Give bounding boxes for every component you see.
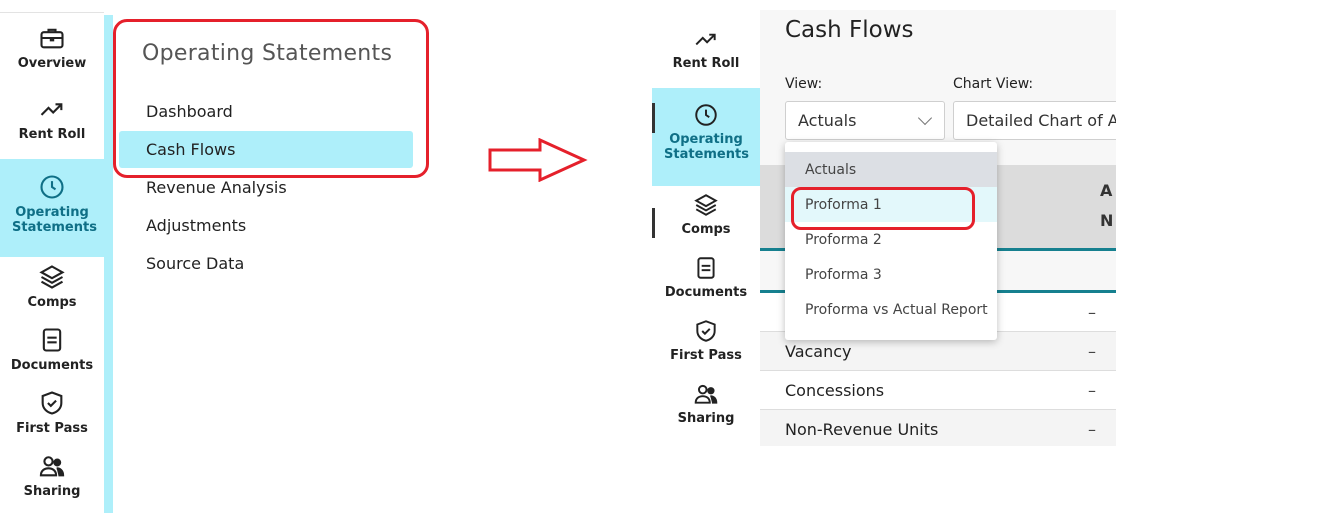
nav-label: Comps [681,222,731,237]
row-label: Non-Revenue Units [785,419,939,439]
nav-label: Sharing [23,484,81,499]
layers-icon [694,194,718,216]
nav-item-overview[interactable]: Overview [0,24,104,84]
layers-icon [39,265,65,289]
nav-rail: Rent Roll Operating Statements Comps Doc… [652,10,760,446]
row-label: Vacancy [785,341,852,361]
nav-item-first-pass[interactable]: First Pass [0,389,104,449]
nav-label: Comps [27,295,77,310]
table-row: Concessions – [760,371,1116,410]
panel-edge-fragment [652,208,655,238]
chart-view-select[interactable]: Detailed Chart of Ac [953,101,1116,140]
annotation-highlight-submenu [113,19,429,178]
column-header-fragment: N [1100,211,1114,230]
nav-rail: Overview Rent Roll Operating Statements … [0,15,113,513]
chart-view-label: Chart View: [953,76,1034,92]
row-value: – [1088,380,1096,400]
clock-icon [695,104,717,126]
dropdown-option-actuals[interactable]: Actuals [785,152,997,187]
chevron-down-icon [917,110,933,126]
dropdown-option-proforma-3[interactable]: Proforma 3 [785,257,997,292]
column-header-fragment: A [1100,181,1113,200]
nav-item-first-pass[interactable]: First Pass [652,318,760,378]
annotation-highlight-proforma-1 [791,187,975,230]
nav-item-rent-roll[interactable]: Rent Roll [652,26,760,86]
nav-label: Overview [17,56,87,71]
view-select-value: Actuals [798,111,857,130]
row-label: Concessions [785,380,885,400]
before-panel: Overview Rent Roll Operating Statements … [0,0,430,513]
nav-label: First Pass [670,348,742,363]
nav-item-documents[interactable]: Documents [0,326,104,386]
nav-item-comps[interactable]: Comps [0,263,104,323]
nav-label: First Pass [16,421,88,436]
nav-label: Sharing [677,411,735,426]
nav-label: Operating Statements [664,132,749,162]
table-row: Non-Revenue Units – [760,410,1116,446]
nav-item-operating-statements[interactable]: Operating Statements [652,88,760,186]
view-label: View: [785,76,823,92]
shield-check-icon [41,391,63,415]
nav-label: Rent Roll [672,56,740,71]
nav-label: Rent Roll [18,127,86,142]
nav-item-operating-statements[interactable]: Operating Statements [0,159,104,257]
after-panel: Rent Roll Operating Statements Comps Doc… [652,10,1116,446]
row-value: – [1088,302,1096,322]
rail-top-divider [0,12,104,13]
dropdown-option-proforma-vs-actual[interactable]: Proforma vs Actual Report [785,292,997,327]
trending-up-icon [40,103,63,116]
nav-label: Documents [664,285,748,300]
row-value: – [1088,341,1096,361]
nav-label: Documents [10,358,94,373]
nav-item-rent-roll[interactable]: Rent Roll [0,95,104,155]
nav-item-sharing[interactable]: Sharing [0,452,104,512]
chart-view-select-value: Detailed Chart of Ac [966,111,1116,130]
nav-item-sharing[interactable]: Sharing [652,381,760,441]
users-icon [694,384,718,404]
page-title: Cash Flows [785,17,914,43]
trending-up-icon [695,33,716,46]
submenu-item-adjustments[interactable]: Adjustments [119,207,413,244]
panel-edge-fragment [652,103,655,133]
nav-label: Operating Statements [12,205,97,235]
submenu-item-source-data[interactable]: Source Data [119,245,413,282]
document-icon [42,328,62,352]
users-icon [39,456,65,477]
arrow-right-icon [488,138,588,182]
nav-item-documents[interactable]: Documents [652,255,760,315]
view-select[interactable]: Actuals [785,101,945,140]
nav-item-comps[interactable]: Comps [652,192,760,252]
briefcase-icon [40,28,64,49]
view-dropdown-menu: Actuals Proforma 1 Proforma 2 Proforma 3… [785,142,997,340]
submenu-edge [104,15,113,513]
shield-check-icon [696,320,716,342]
row-value: – [1088,419,1096,439]
clock-icon [40,175,64,199]
document-icon [697,257,715,279]
